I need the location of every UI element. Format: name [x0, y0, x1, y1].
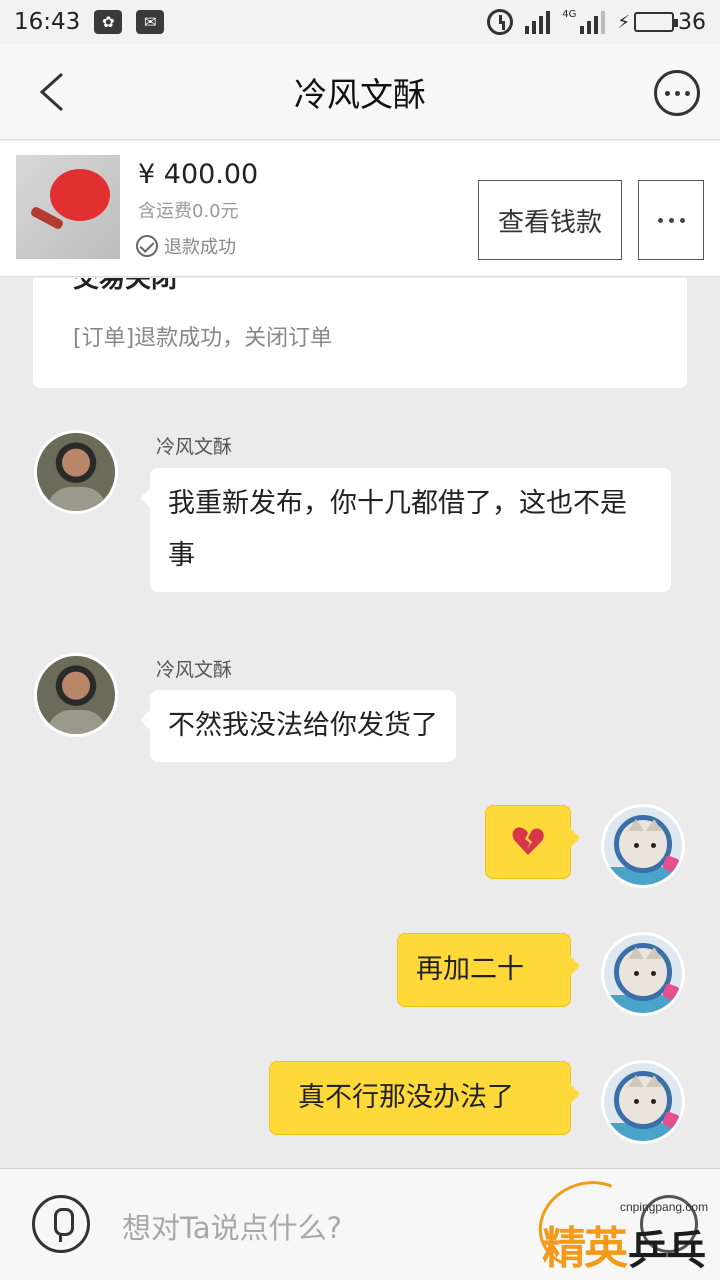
refund-status: 退款成功: [136, 233, 236, 259]
product-bar: ¥ 400.00 含运费0.0元 退款成功 查看钱款: [0, 141, 720, 277]
product-price: ¥ 400.00: [138, 159, 259, 190]
avatar-ear: [646, 947, 662, 959]
outgoing-message[interactable]: 真不行那没办法了: [269, 1061, 580, 1135]
avatar-ear: [646, 819, 662, 831]
order-card[interactable]: 交易关闭 [订单]退款成功，关闭订单: [33, 278, 687, 388]
charging-icon: ⚡: [617, 11, 630, 33]
more-options-button[interactable]: [654, 70, 700, 116]
ellipsis-icon-dot: [668, 217, 674, 223]
alarm-icon: [487, 9, 514, 35]
order-card-body: [订单]退款成功，关闭订单: [73, 326, 333, 351]
avatar-ear: [628, 1075, 644, 1087]
sender-avatar[interactable]: [34, 653, 118, 737]
order-card-title: 交易关闭: [73, 278, 178, 294]
signal-4g-icon: [580, 10, 606, 34]
page-title: 冷风文酥: [294, 74, 426, 114]
signal-icon: [525, 10, 551, 34]
watermark-url: cnpingpang.com: [620, 1200, 709, 1214]
more-circle-icon-dot: [684, 90, 690, 96]
my-avatar[interactable]: [601, 1060, 685, 1144]
chat-area[interactable]: 交易关闭 [订单]退款成功，关闭订单 冷风文酥 我重新发布，你十几都借了，这也不…: [0, 278, 720, 1168]
watermark-text-right: 乒乓网: [628, 1228, 706, 1274]
avatar-ear: [628, 947, 644, 959]
battery-icon: [634, 12, 678, 32]
more-circle-icon-dot: [674, 90, 680, 96]
nav-bar: 冷风文酥: [0, 44, 720, 140]
product-more-button[interactable]: [638, 180, 704, 260]
more-circle-icon-dot: [664, 90, 670, 96]
product-thumbnail[interactable]: [16, 155, 120, 259]
avatar-ear: [646, 1075, 662, 1087]
outgoing-message-emoji[interactable]: [485, 805, 580, 879]
sender-name: 冷风文酥: [156, 436, 233, 458]
message-input[interactable]: 想对Ta说点什么?: [122, 1205, 342, 1247]
avatar-ear: [628, 819, 644, 831]
status-time: 16:43: [14, 9, 81, 35]
watermark-text-left: 精英: [542, 1223, 628, 1274]
back-button[interactable]: [34, 70, 74, 114]
outgoing-message[interactable]: 再加二十: [397, 933, 580, 1007]
check-circle-icon: [136, 235, 158, 257]
status-bar: 16:43 ✿ ✉ 4G ⚡ 36: [0, 0, 720, 44]
paddle-image: [50, 169, 110, 221]
my-avatar[interactable]: [601, 932, 685, 1016]
avatar-face: [632, 1099, 658, 1109]
uc-browser-icon: ✿: [94, 10, 123, 34]
avatar-face: [632, 843, 658, 853]
chevron-left-icon: [39, 72, 64, 112]
my-avatar[interactable]: [601, 804, 685, 888]
battery-level: 36: [678, 9, 706, 35]
incoming-message[interactable]: 不然我没法给你发货了: [140, 690, 456, 762]
battery-indicator: ⚡ 36: [617, 10, 706, 35]
microphone-icon[interactable]: [32, 1195, 90, 1253]
mail-icon: ✉: [136, 10, 165, 34]
watermark-logo: cnpingpang.com 精英 乒乓网: [526, 1167, 716, 1280]
ellipsis-icon-dot: [657, 217, 663, 223]
broken-heart-icon: [511, 824, 545, 858]
network-type: 4G: [562, 8, 577, 20]
incoming-message[interactable]: 我重新发布，你十几都借了，这也不是事: [140, 468, 671, 592]
ellipsis-icon-dot: [679, 217, 685, 223]
sender-name: 冷风文酥: [156, 659, 233, 681]
sender-avatar[interactable]: [34, 430, 118, 514]
refund-status-label: 退款成功: [164, 237, 236, 258]
view-money-button[interactable]: 查看钱款: [478, 180, 622, 260]
avatar-face: [632, 971, 658, 981]
shipping-fee: 含运费0.0元: [138, 201, 239, 222]
